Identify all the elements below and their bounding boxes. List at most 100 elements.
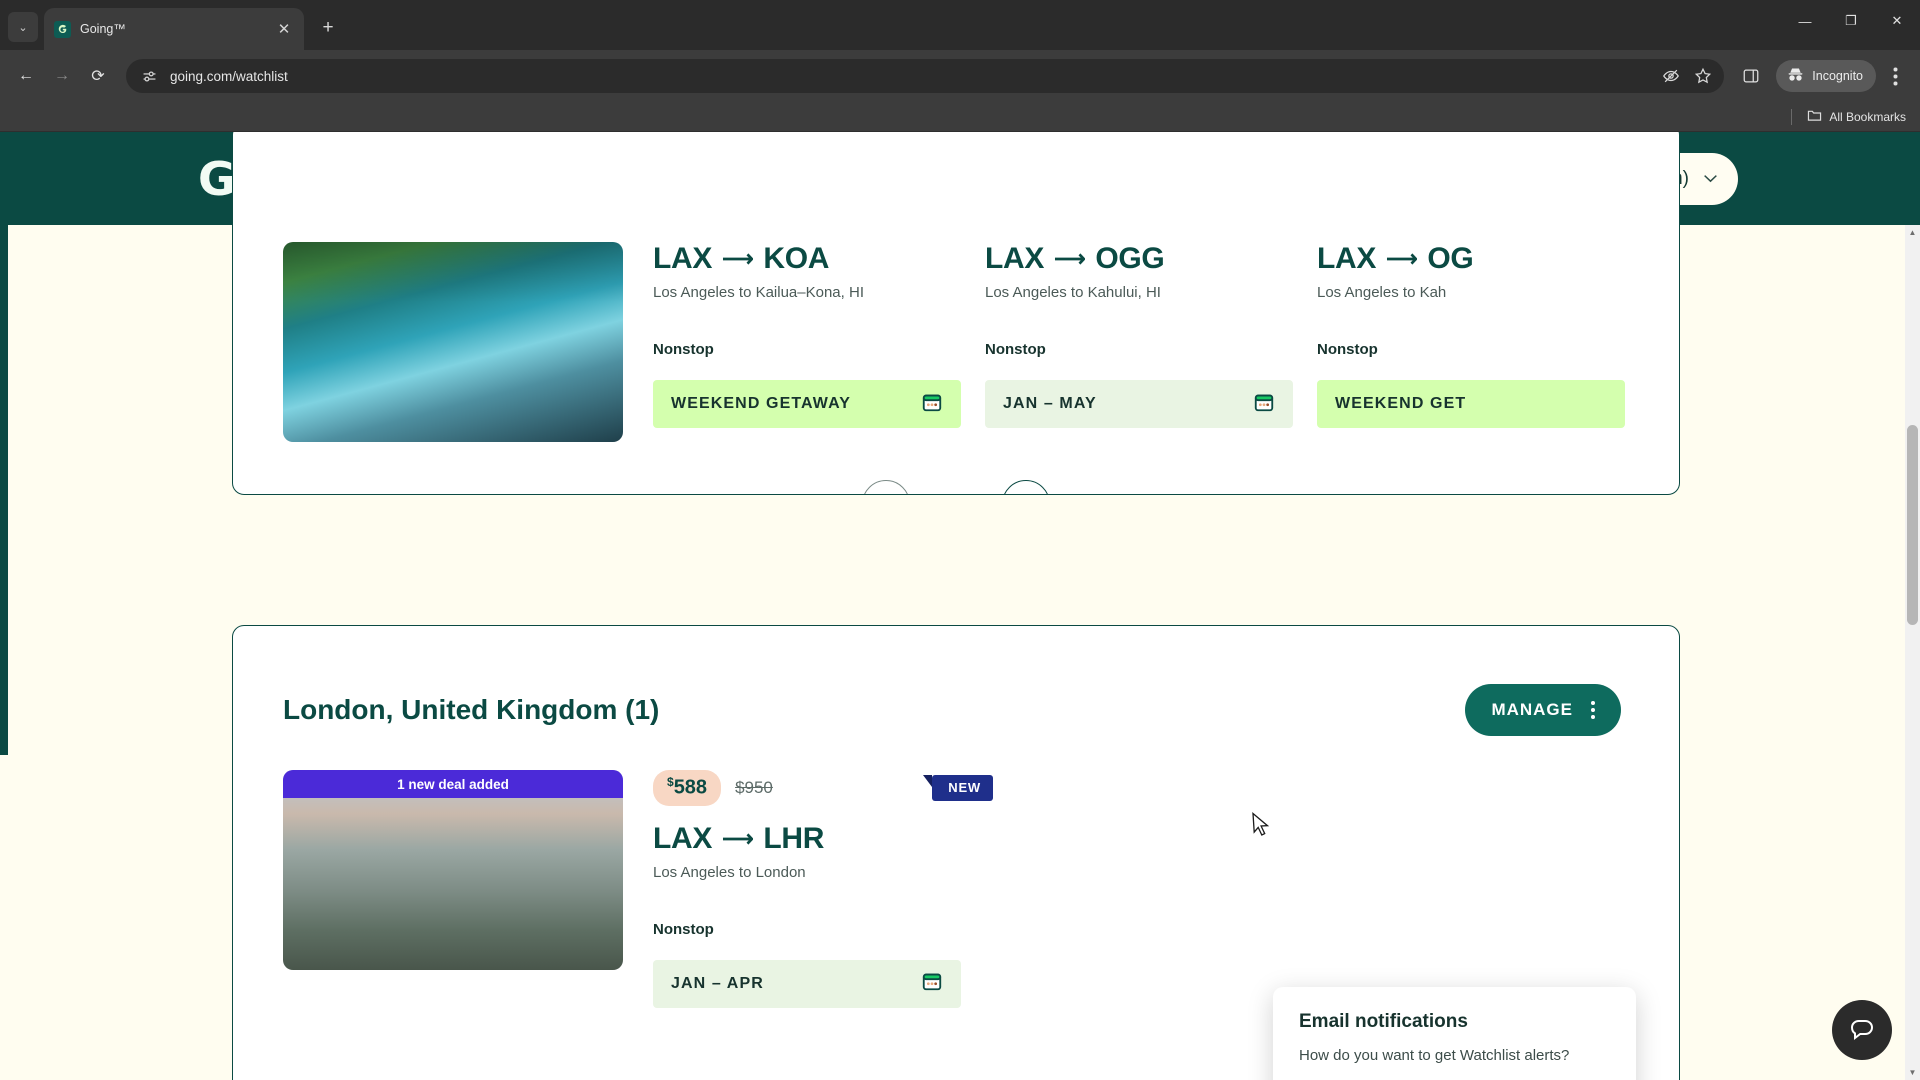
going-logo-icon <box>54 20 71 38</box>
destination-image-hawaii <box>283 242 623 442</box>
kebab-menu-icon[interactable] <box>1591 701 1595 719</box>
carousel-next-button[interactable]: → <box>1001 480 1050 494</box>
bookmarks-bar: All Bookmarks <box>0 102 1920 132</box>
date-range-bar[interactable]: WEEKEND GETAWAY <box>653 380 961 428</box>
new-tab-button[interactable]: + <box>314 14 342 42</box>
manage-button[interactable]: MANAGE <box>1465 684 1621 736</box>
browser-toolbar: ← → ⟳ going.com/watchlist Incognito <box>0 50 1920 102</box>
flight-card[interactable]: LAX ⟶ OG Los Angeles to Kah Nonstop WEEK… <box>1317 242 1627 442</box>
flight-card[interactable]: LAX ⟶ KOA Los Angeles to Kailua–Kona, HI… <box>653 242 963 442</box>
watchlist-panel-hawaii: LAX ⟶ KOA Los Angeles to Kailua–Kona, HI… <box>232 132 1680 495</box>
browser-window: ⌄ Going™ ✕ + — ❐ ✕ ← → ⟳ going.com/watch… <box>0 0 1920 1080</box>
carousel-prev-button: ← <box>862 480 911 494</box>
page-viewport: Going ™ WATCHLIST DEALS ON THE FLY Johnr… <box>0 132 1920 1080</box>
calendar-icon[interactable] <box>921 970 943 997</box>
flight-card-row: 1 new deal added $588 $950 NEW LAX ⟶ LHR… <box>233 770 1679 1008</box>
chevron-down-icon: ⌄ <box>18 21 28 34</box>
address-bar[interactable]: going.com/watchlist <box>126 59 1725 93</box>
original-price: $950 <box>735 777 773 797</box>
bookmark-divider <box>1791 108 1793 125</box>
route-title: LAX ⟶ OG <box>1317 242 1627 276</box>
incognito-label: Incognito <box>1812 69 1863 83</box>
route-title: LAX ⟶ LHR <box>653 822 993 856</box>
plane-icon: ⟶ <box>1386 246 1418 271</box>
chat-widget-button[interactable] <box>1832 1000 1892 1060</box>
back-button[interactable]: ← <box>10 60 42 92</box>
window-controls: — ❐ ✕ <box>1782 0 1920 42</box>
new-badge: NEW <box>923 774 993 801</box>
three-dot-menu-icon[interactable] <box>1880 61 1910 91</box>
forward-button: → <box>54 67 70 84</box>
plane-icon: ⟶ <box>1054 246 1086 271</box>
calendar-icon[interactable] <box>1253 391 1275 418</box>
section-accent-bar <box>0 225 8 755</box>
page-scrollbar[interactable]: ▲ ▼ <box>1905 225 1920 1080</box>
deal-price: $588 <box>653 770 722 806</box>
date-range-label: JAN – MAY <box>1003 395 1097 412</box>
date-range-label: WEEKEND GETAWAY <box>671 395 852 412</box>
route-subtitle: Los Angeles to Kah <box>1317 284 1447 301</box>
popover-question: How do you want to get Watchlist alerts? <box>1299 1047 1570 1064</box>
close-tab-icon[interactable]: ✕ <box>274 19 294 39</box>
incognito-icon <box>1786 66 1805 86</box>
stops-label: Nonstop <box>985 341 1046 358</box>
browser-tab[interactable]: Going™ ✕ <box>44 8 304 50</box>
carousel-pagination: ← 1 / 7 → <box>233 480 1679 494</box>
reload-button[interactable]: ⟳ <box>82 60 114 92</box>
folder-icon <box>1807 109 1822 125</box>
panel-title: London, United Kingdom (1) <box>283 694 660 725</box>
scrollbar-thumb[interactable] <box>1907 425 1918 625</box>
calendar-icon[interactable] <box>921 391 943 418</box>
incognito-indicator[interactable]: Incognito <box>1776 60 1876 92</box>
stops-label: Nonstop <box>1317 341 1378 358</box>
page-settings-icon[interactable] <box>138 65 160 87</box>
message-bubble-icon <box>1848 1016 1876 1044</box>
date-range-bar[interactable]: WEEKEND GET <box>1317 380 1625 428</box>
price-value: 588 <box>673 776 708 799</box>
route-title: LAX ⟶ OGG <box>985 242 1295 276</box>
route-subtitle: Los Angeles to Kahului, HI <box>985 284 1161 301</box>
flight-card[interactable]: $588 $950 NEW LAX ⟶ LHR Los Angeles to L… <box>653 770 993 1008</box>
mouse-cursor <box>1251 812 1271 843</box>
tab-title: Going™ <box>80 22 126 36</box>
date-range-label: WEEKEND GET <box>1335 395 1467 412</box>
tab-search-button[interactable]: ⌄ <box>8 12 38 42</box>
email-notifications-popover: Email notifications How do you want to g… <box>1273 987 1636 1080</box>
route-origin: LAX <box>653 242 713 275</box>
scroll-up-arrow[interactable]: ▲ <box>1905 225 1920 240</box>
currency-symbol: $ <box>667 775 674 789</box>
side-panel-icon[interactable] <box>1736 61 1766 91</box>
london-header-row: London, United Kingdom (1) MANAGE <box>233 626 1679 736</box>
close-window-button[interactable]: ✕ <box>1874 0 1920 42</box>
route-origin: LAX <box>1317 242 1377 275</box>
date-range-bar[interactable]: JAN – APR <box>653 959 961 1008</box>
scroll-down-arrow[interactable]: ▼ <box>1905 1065 1920 1080</box>
new-deal-banner: 1 new deal added <box>283 770 623 798</box>
star-icon[interactable] <box>1692 65 1714 87</box>
minimize-window-button[interactable]: — <box>1782 0 1828 42</box>
chevron-down-icon[interactable] <box>1703 171 1718 186</box>
manage-label: MANAGE <box>1491 700 1573 719</box>
eye-crossed-icon[interactable] <box>1660 65 1682 87</box>
all-bookmarks-button[interactable]: All Bookmarks <box>1807 109 1906 125</box>
tab-strip: ⌄ Going™ ✕ + — ❐ ✕ <box>0 0 1920 50</box>
popover-title: Email notifications <box>1299 1011 1468 1032</box>
route-destination: LHR <box>763 821 825 855</box>
page-content: LAX ⟶ KOA Los Angeles to Kailua–Kona, HI… <box>0 132 1920 1080</box>
date-range-bar[interactable]: JAN – MAY <box>985 380 1293 428</box>
date-range-label: JAN – APR <box>671 974 764 992</box>
price-row: $588 $950 NEW <box>653 770 993 806</box>
flight-card[interactable]: LAX ⟶ OGG Los Angeles to Kahului, HI Non… <box>985 242 1295 442</box>
all-bookmarks-label: All Bookmarks <box>1829 109 1906 124</box>
plane-icon: ⟶ <box>722 825 754 851</box>
route-origin: LAX <box>653 821 713 855</box>
route-destination: KOA <box>763 242 830 275</box>
destination-image-london: 1 new deal added <box>283 770 623 970</box>
stops-label: Nonstop <box>653 920 714 938</box>
plane-icon: ⟶ <box>722 246 754 271</box>
route-destination: OGG <box>1095 242 1165 275</box>
maximize-window-button[interactable]: ❐ <box>1828 0 1874 42</box>
route-title: LAX ⟶ KOA <box>653 242 963 276</box>
route-destination: OG <box>1427 242 1474 275</box>
url-text: going.com/watchlist <box>170 68 288 84</box>
